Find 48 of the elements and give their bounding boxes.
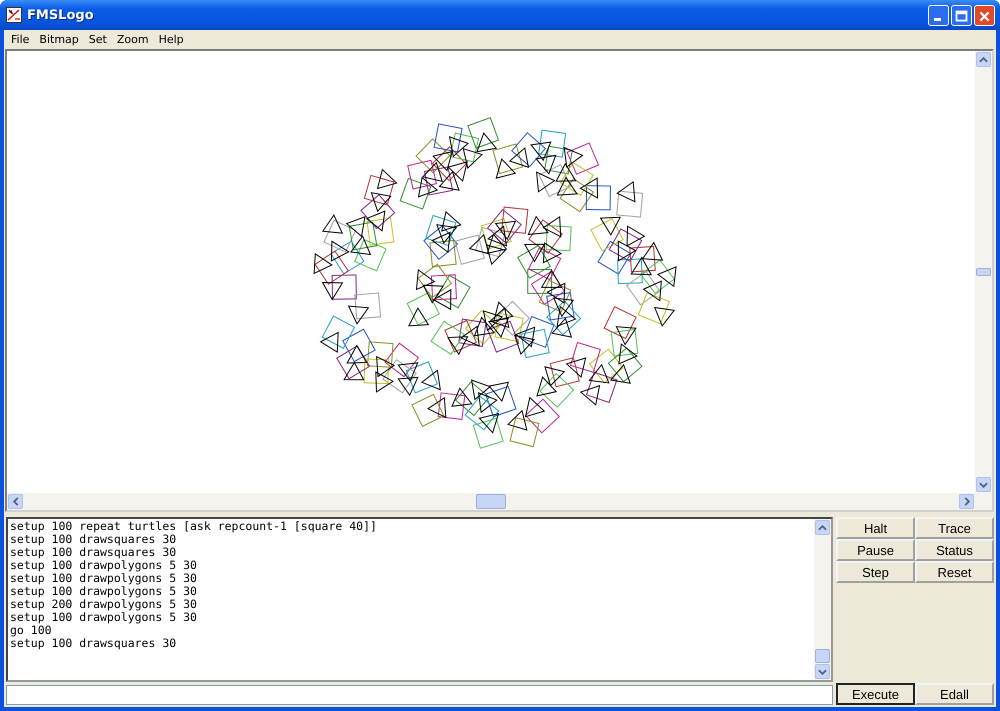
command-button[interactable]: Halt [836, 517, 915, 539]
minimize-button[interactable] [928, 4, 949, 26]
history-line[interactable]: setup 100 drawpolygons 5 30 [10, 585, 812, 598]
close-button[interactable] [974, 4, 995, 26]
command-button[interactable]: Pause [836, 539, 915, 561]
menu-item[interactable]: Zoom [112, 32, 154, 46]
menu-item[interactable]: Help [154, 32, 189, 46]
scroll-down-button[interactable] [815, 664, 830, 679]
caret-left-icon [12, 497, 18, 506]
history-line[interactable]: setup 100 drawsquares 30 [10, 546, 812, 559]
scroll-down-button[interactable] [976, 477, 991, 492]
scroll-thumb[interactable] [976, 268, 991, 276]
menu-item[interactable]: Bitmap [34, 32, 84, 46]
caret-right-icon [964, 497, 970, 506]
history-line[interactable]: setup 100 drawpolygons 5 30 [10, 559, 812, 572]
command-button[interactable]: Edall [915, 683, 994, 705]
minimize-icon [934, 18, 941, 20]
scroll-left-button[interactable] [8, 494, 23, 509]
command-button[interactable]: Status [915, 539, 994, 561]
app-icon [6, 7, 22, 23]
scroll-up-button[interactable] [815, 520, 830, 535]
maximize-button[interactable] [951, 4, 972, 26]
history-line[interactable]: setup 100 drawpolygons 5 30 [10, 611, 812, 624]
horizontal-scrollbar[interactable] [7, 493, 992, 510]
caret-down-icon [818, 668, 827, 674]
window-title: FMSLogo [27, 8, 95, 22]
scroll-right-button[interactable] [959, 494, 974, 509]
scroll-up-button[interactable] [976, 52, 991, 67]
menu-item[interactable]: Set [84, 32, 112, 46]
history-line[interactable]: setup 100 repeat turtles [ask repcount-1 [square 40]] [10, 520, 812, 533]
history-line[interactable]: setup 100 drawpolygons 5 30 [10, 572, 812, 585]
vertical-scrollbar[interactable] [975, 51, 992, 493]
scroll-thumb[interactable] [815, 649, 830, 663]
command-input[interactable] [6, 685, 833, 705]
history-line[interactable]: go 100 [10, 624, 812, 637]
history-line[interactable]: setup 200 drawpolygons 5 30 [10, 598, 812, 611]
command-button[interactable]: Step [836, 561, 915, 583]
menu-item[interactable]: File [6, 32, 34, 46]
history-line[interactable]: setup 100 drawsquares 30 [10, 533, 812, 546]
caret-down-icon [979, 482, 988, 488]
command-button[interactable]: Reset [915, 561, 994, 583]
caret-up-icon [979, 56, 988, 62]
history-line[interactable]: setup 100 drawsquares 30 [10, 637, 812, 650]
command-button[interactable]: Trace [915, 517, 994, 539]
caret-up-icon [818, 524, 827, 530]
vertical-scrollbar[interactable] [814, 519, 831, 680]
scroll-thumb[interactable] [476, 494, 506, 509]
command-button[interactable]: Execute [836, 683, 915, 705]
